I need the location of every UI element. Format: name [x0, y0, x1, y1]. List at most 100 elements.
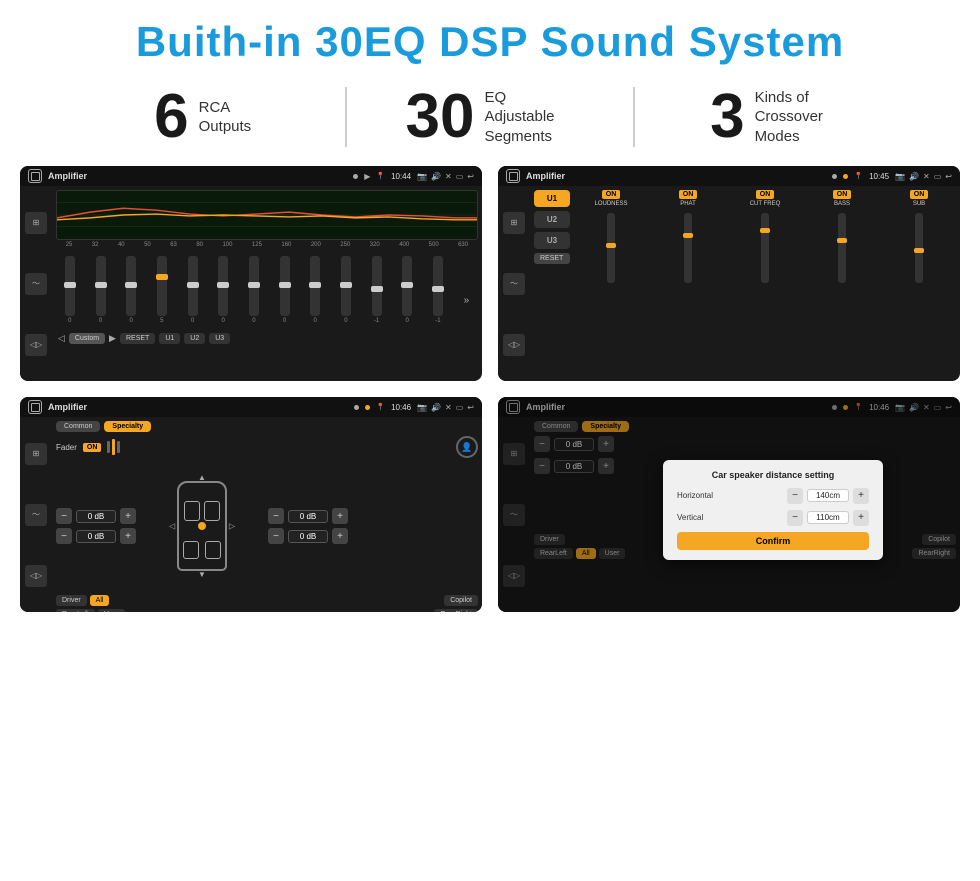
distance-dialog: Car speaker distance setting Horizontal … — [663, 460, 883, 560]
eq-slider-9: 0 — [341, 256, 351, 324]
stat-eq: 30 EQ AdjustableSegments — [347, 86, 632, 148]
eq-wave-btn[interactable]: 〜 — [25, 273, 47, 295]
bass-slider[interactable] — [838, 213, 846, 283]
cross-location-icon: 📍 — [854, 172, 863, 180]
eq-location-icon: 📍 — [376, 172, 385, 180]
fader-vol-icon: 🔊 — [431, 403, 441, 412]
screen-crossover: Amplifier 📍 10:45 📷 🔊 ✕ ▭ ↩ ⊞ 〜 ◁▷ U1 — [498, 166, 960, 381]
stat-crossover-number: 3 — [710, 86, 744, 148]
vol-rl-display: 0 dB — [76, 530, 116, 543]
vol-rr-minus[interactable]: − — [268, 528, 284, 544]
cross-wifi-icon: ✕ — [923, 172, 930, 181]
horizontal-minus-btn[interactable]: − — [787, 488, 803, 504]
vol-fr-plus[interactable]: + — [332, 508, 348, 524]
cross-u3-btn[interactable]: U3 — [534, 232, 570, 249]
fader-copilot-btn[interactable]: Copilot — [444, 595, 478, 606]
fader-area: − 0 dB + − 0 dB + — [56, 461, 478, 591]
fader-zone-buttons: Driver All Copilot — [56, 595, 478, 606]
cross-channels: U1 U2 U3 RESET — [534, 190, 570, 377]
cutfreq-slider[interactable] — [761, 213, 769, 283]
cross-bass: ON BASS — [805, 190, 879, 377]
vol-fl-minus[interactable]: − — [56, 508, 72, 524]
eq-graph — [56, 190, 478, 240]
fader-speaker-btn[interactable]: ◁▷ — [25, 565, 47, 587]
eq-u3-btn[interactable]: U3 — [209, 333, 230, 344]
screenshots-grid: Amplifier ▶ 📍 10:44 📷 🔊 ✕ ▭ ↩ ⊞ 〜 ◁▷ — [0, 166, 980, 612]
eq-vol-icon: 🔊 — [431, 172, 441, 181]
eq-u1-btn[interactable]: U1 — [159, 333, 180, 344]
vol-rr-plus[interactable]: + — [332, 528, 348, 544]
cross-dot1 — [832, 174, 837, 179]
vol-rl-plus[interactable]: + — [120, 528, 136, 544]
cross-eq-btn[interactable]: ⊞ — [503, 212, 525, 234]
eq-slider-10: -1 — [372, 256, 382, 324]
eq-camera-icon: 📷 — [417, 172, 427, 181]
fader-wave-btn[interactable]: 〜 — [25, 504, 47, 526]
cross-u1-btn[interactable]: U1 — [534, 190, 570, 207]
cross-phat: ON PHAT — [651, 190, 725, 377]
cross-reset-btn[interactable]: RESET — [534, 253, 570, 264]
stat-crossover: 3 Kinds ofCrossover Modes — [635, 86, 920, 148]
horizontal-value: 140cm — [807, 489, 849, 502]
fader-driver-btn[interactable]: Driver — [56, 595, 87, 606]
cross-title: Amplifier — [526, 171, 826, 181]
fader-all-btn[interactable]: All — [90, 595, 110, 606]
eq-content: ⊞ 〜 ◁▷ — [20, 186, 482, 381]
eq-bottom-bar: ◁ Custom ▶ RESET U1 U2 U3 — [56, 330, 478, 347]
page-title: Buith-in 30EQ DSP Sound System — [20, 18, 960, 66]
eq-dot1 — [353, 174, 358, 179]
screen-distance: Amplifier 📍 10:46 📷 🔊 ✕ ▭ ↩ ⊞ 〜 ◁▷ — [498, 397, 960, 612]
eq-eq-btn[interactable]: ⊞ — [25, 212, 47, 234]
fader-eq-btn[interactable]: ⊞ — [25, 443, 47, 465]
eq-sliders: 0 0 0 5 0 — [56, 250, 478, 330]
fader-on-badge: ON — [83, 443, 102, 452]
vol-rl-minus[interactable]: − — [56, 528, 72, 544]
cross-sub: ON SUB — [882, 190, 956, 377]
vol-rr-display: 0 dB — [288, 530, 328, 543]
eq-time: 10:44 — [391, 172, 411, 181]
vertical-plus-btn[interactable]: + — [853, 510, 869, 526]
vertical-minus-btn[interactable]: − — [787, 510, 803, 526]
fader-left-vols: − 0 dB + − 0 dB + — [56, 461, 136, 591]
fader-common-tab[interactable]: Common — [56, 421, 100, 432]
stat-rca-label: RCAOutputs — [199, 98, 252, 137]
sub-slider[interactable] — [915, 213, 923, 283]
eq-reset-btn[interactable]: RESET — [120, 333, 155, 344]
eq-u2-btn[interactable]: U2 — [184, 333, 205, 344]
fader-content: ⊞ 〜 ◁▷ Common Specialty Fader ON — [20, 417, 482, 612]
fader-main-area: Common Specialty Fader ON 👤 — [52, 417, 482, 612]
confirm-button[interactable]: Confirm — [677, 532, 869, 550]
eq-slider-3: 5 — [157, 256, 167, 324]
loudness-slider[interactable] — [607, 213, 615, 283]
home-icon-fader — [28, 400, 42, 414]
cross-left-sidebar: ⊞ 〜 ◁▷ — [498, 186, 530, 381]
stat-crossover-label: Kinds ofCrossover Modes — [755, 88, 845, 147]
eq-slider-8: 0 — [310, 256, 320, 324]
dialog-horizontal-label: Horizontal — [677, 491, 727, 500]
eq-slider-0: 0 — [65, 256, 75, 324]
horizontal-plus-btn[interactable]: + — [853, 488, 869, 504]
dialog-title: Car speaker distance setting — [677, 470, 869, 480]
stat-eq-label: EQ AdjustableSegments — [484, 88, 574, 147]
cutfreq-label: CUT FREQ — [750, 201, 781, 207]
eq-slider-4: 0 — [188, 256, 198, 324]
vol-fl-plus[interactable]: + — [120, 508, 136, 524]
status-bar-fader: Amplifier 📍 10:46 📷 🔊 ✕ ▭ ↩ — [20, 397, 482, 417]
cross-vol-icon: 🔊 — [909, 172, 919, 181]
fader-specialty-tab[interactable]: Specialty — [104, 421, 151, 432]
fader-wifi-icon: ✕ — [445, 403, 452, 412]
dialog-vertical-row: Vertical − 110cm + — [677, 510, 869, 526]
fader-vol-rr: − 0 dB + — [268, 528, 348, 544]
fader-user-btn[interactable]: User — [98, 609, 125, 612]
vol-fr-minus[interactable]: − — [268, 508, 284, 524]
cross-main-area: U1 U2 U3 RESET ON LOUDNESS — [530, 186, 960, 381]
fader-rearright-btn[interactable]: RearRight — [434, 609, 478, 612]
eq-vol-btn[interactable]: ◁▷ — [25, 334, 47, 356]
cross-wave-btn[interactable]: 〜 — [503, 273, 525, 295]
cross-vol-btn[interactable]: ◁▷ — [503, 334, 525, 356]
phat-slider[interactable] — [684, 213, 692, 283]
home-icon-cross — [506, 169, 520, 183]
eq-custom-btn[interactable]: Custom — [69, 333, 105, 344]
fader-rearleft-btn[interactable]: RearLeft — [56, 609, 95, 612]
cross-u2-btn[interactable]: U2 — [534, 211, 570, 228]
